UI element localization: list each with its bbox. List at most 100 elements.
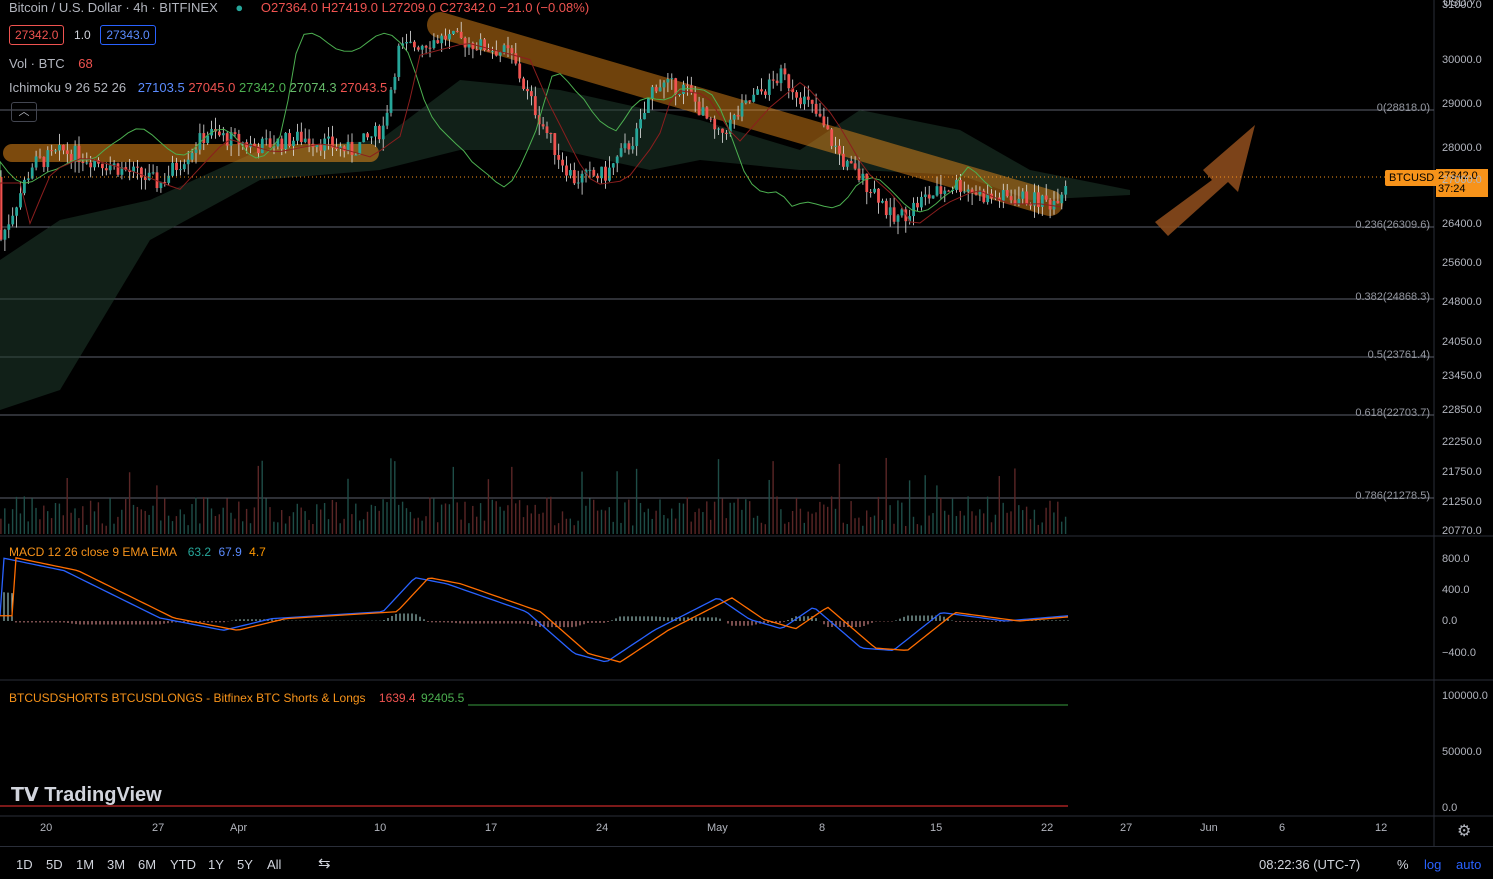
percent-toggle[interactable]: % [1397, 857, 1409, 872]
spread: 1.0 [74, 28, 91, 42]
volume-legend: Vol · BTC 68 [9, 56, 93, 71]
volume-bar [249, 523, 252, 534]
volume-bar [429, 497, 431, 534]
candle-body [959, 179, 962, 193]
candle-body [615, 156, 619, 164]
volume-bar [1053, 512, 1055, 534]
volume-bar [296, 503, 298, 534]
macd-line-value: 67.9 [218, 545, 242, 559]
volume-bar [62, 515, 64, 534]
candle-body [1048, 199, 1052, 210]
volume-bar [390, 458, 392, 534]
candle-body [631, 145, 635, 150]
candle-body [662, 82, 666, 88]
price-tick: 21750.0 [1442, 466, 1482, 478]
candle-body [350, 141, 354, 155]
volume-bar [515, 503, 517, 534]
sell-button[interactable]: 27342.0 [9, 25, 65, 45]
candle-body [38, 156, 42, 158]
price-tick: 27000.0 [1442, 174, 1482, 186]
range-button-1m[interactable]: 1M [76, 857, 94, 872]
candle-body [409, 41, 412, 43]
candle-body [307, 138, 311, 144]
macd-label: MACD 12 26 close 9 EMA EMA [9, 545, 177, 559]
volume-bar [331, 499, 334, 534]
volume-bar [66, 477, 68, 534]
time-tick: 12 [1375, 822, 1388, 834]
candle-body [7, 224, 11, 230]
shorts-longs-tick: 50000.0 [1442, 746, 1482, 758]
candle-body [580, 173, 584, 183]
volume-value: 68 [78, 56, 93, 71]
candle-body [857, 168, 861, 181]
candle-body [861, 173, 865, 181]
range-button-1y[interactable]: 1Y [208, 857, 224, 872]
volume-bar [823, 504, 825, 534]
volume-bar [795, 498, 798, 534]
volume-bar [1022, 510, 1024, 534]
volume-bar [511, 466, 513, 534]
volume-bar [581, 471, 583, 534]
candle-body [611, 163, 615, 168]
price-tick: 21250.0 [1442, 496, 1482, 508]
macd-signal-line [0, 557, 1069, 663]
volume-bar [873, 515, 876, 534]
candle-body [822, 116, 826, 126]
range-button-1d[interactable]: 1D [16, 857, 33, 872]
settings-gear-icon[interactable]: ⚙ [1457, 821, 1471, 841]
volume-bar [624, 502, 626, 534]
candle-body [557, 155, 561, 160]
log-toggle[interactable]: log [1424, 857, 1441, 872]
candle-body [795, 92, 798, 98]
candle-body [1009, 196, 1013, 201]
volume-bar [499, 506, 501, 534]
range-button-6m[interactable]: 6M [138, 857, 156, 872]
volume-bar [448, 504, 451, 534]
volume-bar [671, 508, 673, 534]
candle-body [58, 144, 61, 151]
candle-body [362, 133, 366, 143]
buy-button[interactable]: 27343.0 [100, 25, 156, 45]
symbol-title: Bitcoin / U.S. Dollar · 4h · BITFINEX [9, 0, 218, 15]
candle-body [849, 160, 853, 164]
collapse-legend-button[interactable]: ︿ [11, 102, 37, 122]
volume-bar [405, 508, 408, 534]
volume-bar [164, 498, 166, 534]
candle-body [939, 186, 943, 194]
volume-bar [604, 510, 607, 534]
compare-range-icon[interactable]: ⇆ [318, 854, 331, 872]
candle-body [830, 129, 834, 146]
range-button-3m[interactable]: 3M [107, 857, 125, 872]
volume-bar [179, 509, 181, 534]
volume-bar [320, 509, 322, 534]
candle-body [670, 78, 674, 80]
volume-bar [983, 513, 985, 534]
volume-bar [1018, 505, 1020, 534]
candle-body [73, 145, 77, 162]
candle-body [705, 107, 709, 119]
volume-bar [468, 523, 470, 534]
volume-bar [359, 520, 361, 534]
range-button-ytd[interactable]: YTD [170, 857, 196, 872]
range-button-5y[interactable]: 5Y [237, 857, 253, 872]
volume-bar [749, 501, 751, 534]
candle-body [62, 144, 65, 151]
candle-body [436, 40, 440, 44]
fib-label: 0.382(24868.3) [1355, 291, 1430, 303]
candle-body [85, 162, 89, 164]
clock[interactable]: 08:22:36 (UTC-7) [1259, 857, 1360, 872]
range-button-all[interactable]: All [267, 857, 281, 872]
candle-body [877, 188, 880, 203]
price-chart[interactable] [0, 0, 1493, 846]
volume-bar [117, 516, 119, 534]
range-button-5d[interactable]: 5D [46, 857, 63, 872]
volume-bar [171, 521, 174, 534]
volume-bar [144, 510, 146, 534]
auto-toggle[interactable]: auto [1456, 857, 1481, 872]
volume-bar [573, 525, 575, 534]
volume-bar [811, 513, 813, 534]
candle-body [452, 30, 455, 34]
volume-bar [830, 496, 833, 534]
volume-bar [647, 508, 649, 534]
candle-body [592, 169, 596, 176]
